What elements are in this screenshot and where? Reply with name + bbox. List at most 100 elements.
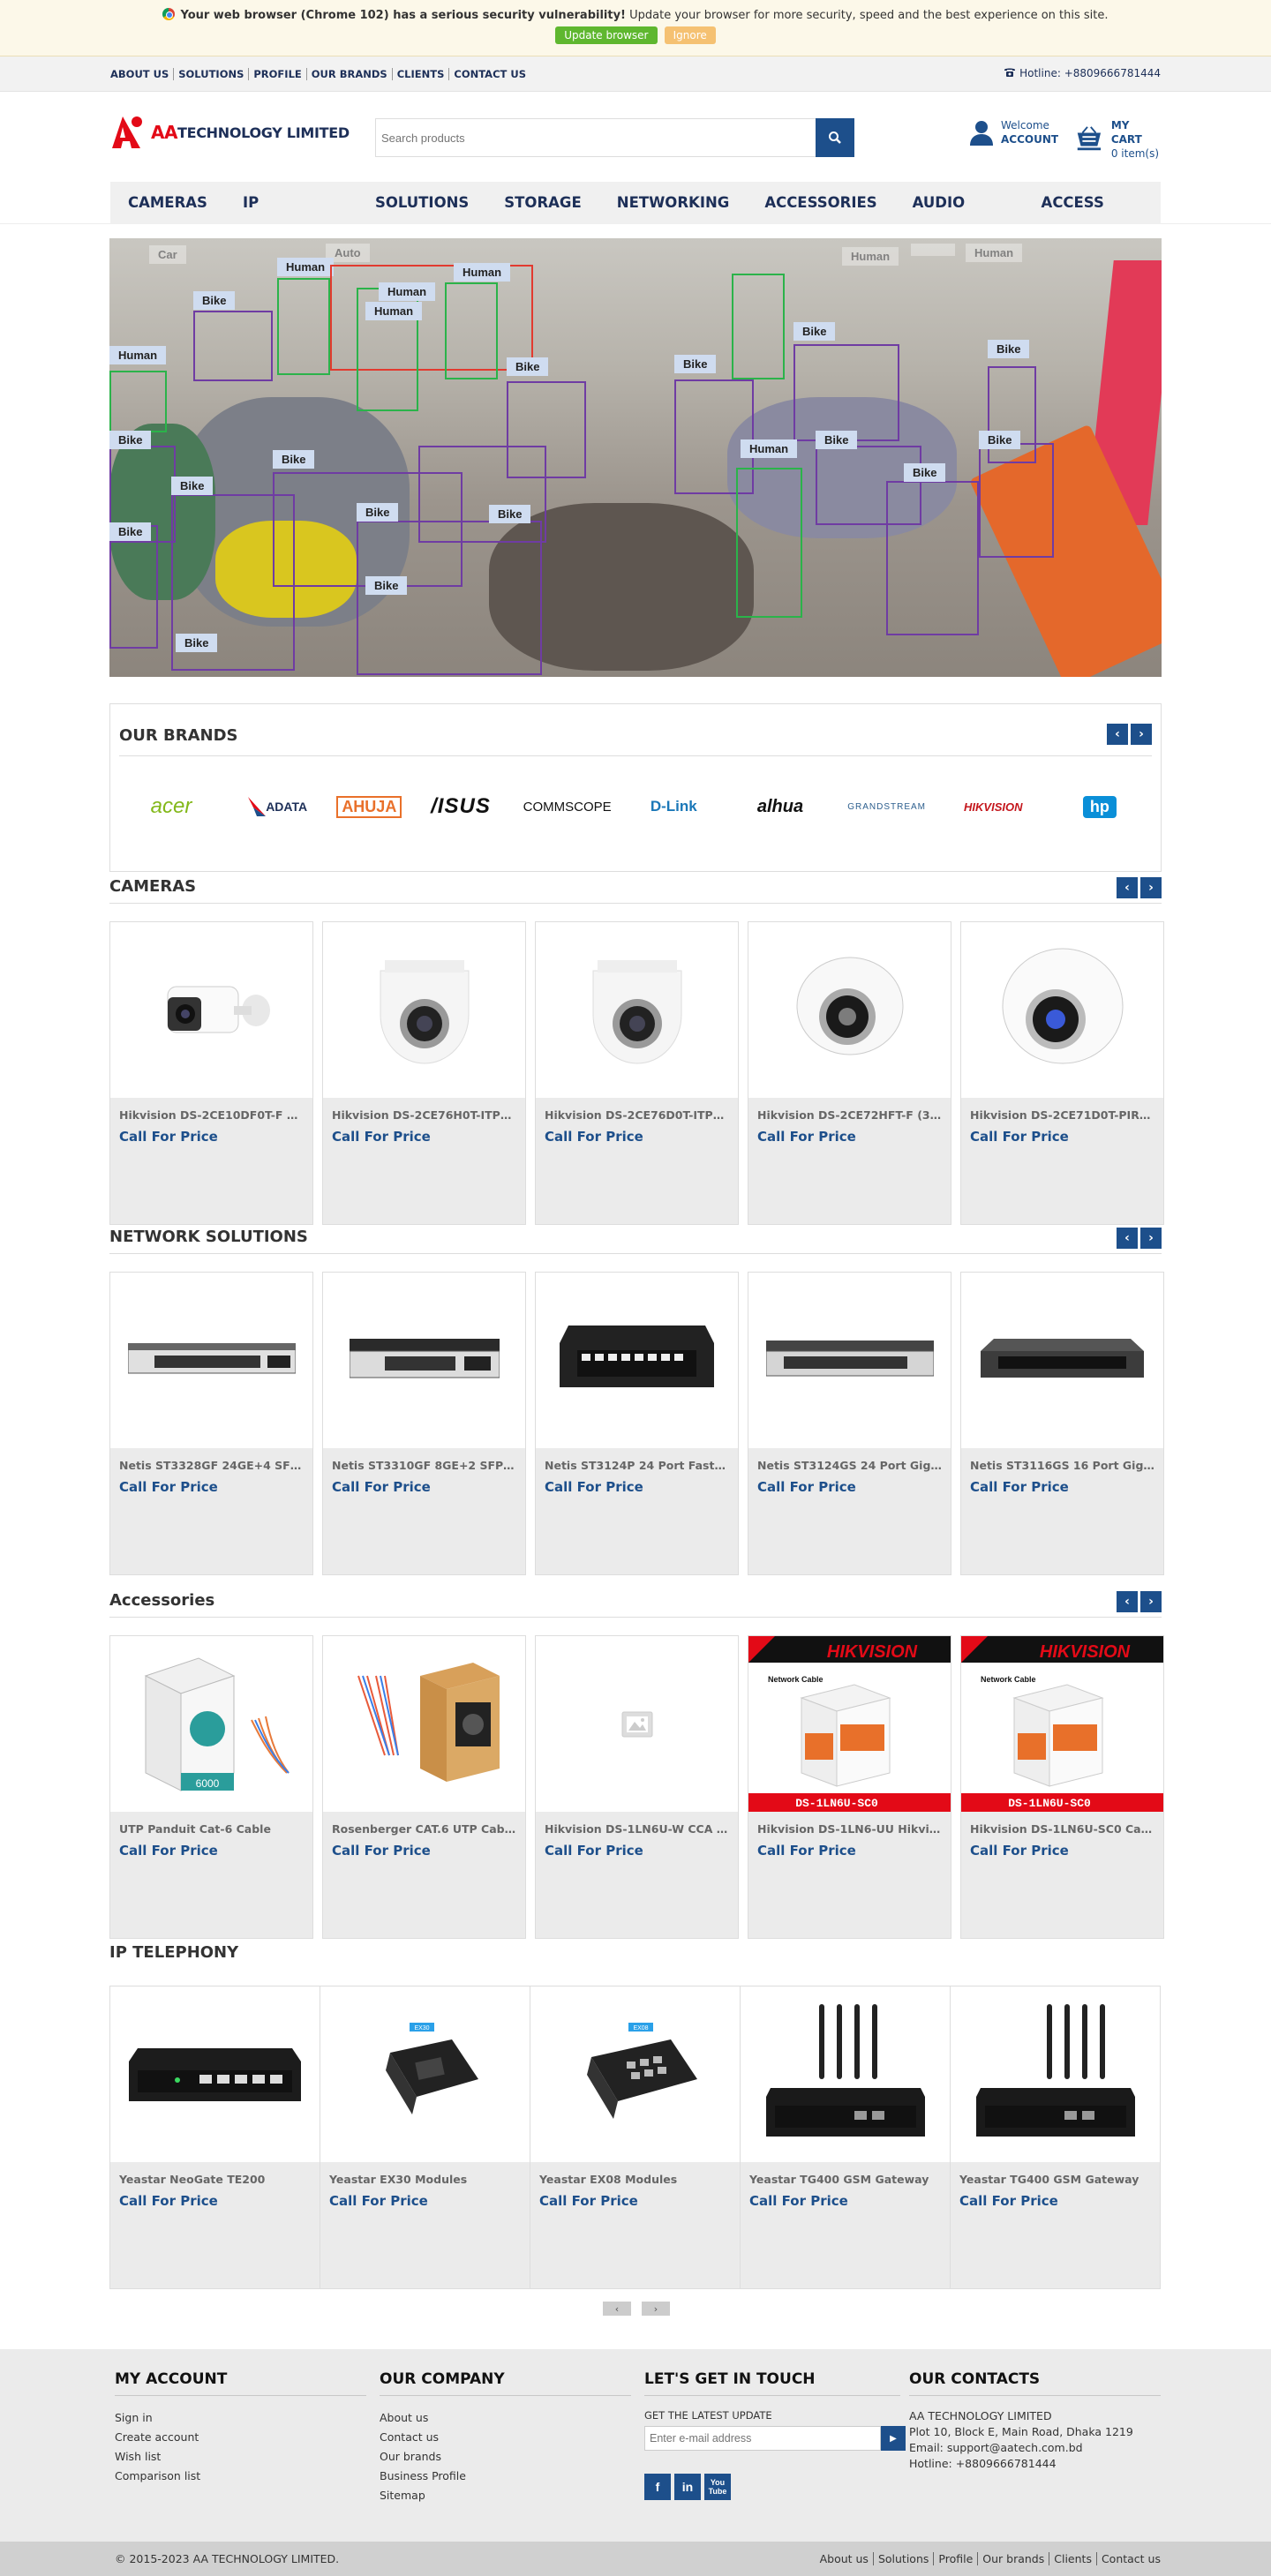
footer-link-wish-list[interactable]: Wish list	[115, 2447, 366, 2467]
product-card[interactable]: Netis ST3116GS 16 Port Gigabit Switch Ca…	[960, 1272, 1164, 1575]
footer-link-comparison[interactable]: Comparison list	[115, 2467, 366, 2486]
prev-arrow-icon[interactable]: ‹	[1117, 1591, 1138, 1612]
search-input[interactable]	[376, 119, 800, 156]
top-link-clients[interactable]: CLIENTS	[392, 68, 450, 80]
brand-logo-adata[interactable]: ADATA	[230, 797, 326, 816]
brand-logo-dlink[interactable]: D-Link	[626, 798, 721, 815]
contact-hotline[interactable]: Hotline: +8809666781444	[909, 2456, 1161, 2472]
next-arrow-icon[interactable]: ›	[1140, 877, 1162, 898]
product-card[interactable]: Hikvision DS-2CE76D0T-ITPF (2.8mm) Call …	[535, 921, 739, 1225]
brand-logo-asus[interactable]: /ISUS	[413, 794, 508, 819]
product-card[interactable]: Yeastar TG400 GSM Gateway Call For Price	[951, 1986, 1160, 2288]
bottom-link-solutions[interactable]: Solutions	[872, 2552, 934, 2565]
hero-banner[interactable]: Car Auto Human Human Bike Human Human Hu…	[109, 238, 1162, 677]
brand-logo-commscope[interactable]: COMMSCOPE	[520, 800, 615, 815]
bottom-link-profile[interactable]: Profile	[933, 2552, 978, 2565]
product-card[interactable]: Netis ST3328GF 24GE+4 SFP-Port Call For …	[109, 1272, 313, 1575]
nav-access-control[interactable]: ACCESS CONTROL	[1024, 182, 1161, 253]
prev-arrow-icon[interactable]: ‹	[1117, 877, 1138, 898]
pager-next-icon[interactable]: ›	[642, 2302, 670, 2316]
nav-ip-telephony[interactable]: IP TELEPHONY	[225, 182, 357, 253]
search-button[interactable]	[816, 118, 854, 157]
product-card[interactable]: 6000 UTP Panduit Cat-6 Cable Call For Pr…	[109, 1635, 313, 1939]
top-link-about[interactable]: ABOUT US	[110, 68, 175, 80]
product-card[interactable]: Hikvision DS-2CE72HFT-F (3.6mm) Call For…	[748, 921, 951, 1225]
brand-logo-hp[interactable]: hp	[1052, 795, 1147, 818]
brand-logo-grandstream[interactable]: GRANDSTREAM	[839, 802, 935, 812]
footer-link-contact[interactable]: Contact us	[380, 2428, 631, 2447]
product-card[interactable]: Yeastar TG400 GSM Gateway Call For Price	[741, 1986, 950, 2288]
product-name[interactable]: Netis ST3116GS 16 Port Gigabit Switch	[961, 1448, 1163, 1472]
nav-cameras[interactable]: CAMERAS	[110, 182, 225, 224]
product-name[interactable]: Netis ST3310GF 8GE+2 SFP-Port Switch	[323, 1448, 525, 1472]
newsletter-email-input[interactable]	[644, 2426, 881, 2451]
product-name[interactable]: Netis ST3124P 24 Port Fast Ethernet	[536, 1448, 738, 1472]
brands-next-icon[interactable]: ›	[1131, 724, 1152, 745]
product-card[interactable]: Hikvision DS-2CE71D0T-PIRLO 2MP Call For…	[960, 921, 1164, 1225]
product-card[interactable]: EX08 Yeastar EX08 Modules Call For Price	[530, 1986, 740, 2288]
product-name[interactable]: Netis ST3124GS 24 Port Gigabit Switch	[748, 1448, 951, 1472]
site-logo[interactable]: AA TECHNOLOGY LIMITED	[110, 115, 350, 150]
next-arrow-icon[interactable]: ›	[1140, 1591, 1162, 1612]
product-card[interactable]: Hikvision DS-1LN6U-W CCA Cat6 Cable Call…	[535, 1635, 739, 1939]
nav-networking[interactable]: NETWORKING	[599, 182, 748, 224]
product-name[interactable]: Hikvision DS-2CE10DF0T-F 2.0MP	[110, 1098, 312, 1122]
product-name[interactable]: Hikvision DS-2CE76D0T-ITPF (2.8mm)	[536, 1098, 738, 1122]
brand-logo-ahuja[interactable]: AHUJA	[336, 795, 402, 818]
cart-link[interactable]: MY CART 0 item(s)	[1074, 118, 1161, 161]
youtube-icon[interactable]: You Tube	[704, 2474, 731, 2500]
product-name[interactable]: Yeastar NeoGate TE200	[110, 2162, 320, 2186]
bottom-link-clients[interactable]: Clients	[1049, 2552, 1096, 2565]
footer-link-about[interactable]: About us	[380, 2408, 631, 2428]
prev-arrow-icon[interactable]: ‹	[1117, 1228, 1138, 1249]
product-name[interactable]: Yeastar EX08 Modules	[530, 2162, 740, 2186]
product-name[interactable]: Hikvision DS-2CE72HFT-F (3.6mm)	[748, 1098, 951, 1122]
footer-link-profile[interactable]: Business Profile	[380, 2467, 631, 2486]
product-name[interactable]: Hikvision DS-1LN6U-SC0 Cat 6 Cable	[961, 1812, 1163, 1836]
product-card[interactable]: Hikvision DS-2CE76H0T-ITPF 5.0MP Call Fo…	[322, 921, 526, 1225]
nav-accessories[interactable]: ACCESSORIES	[747, 182, 894, 224]
product-card[interactable]: HIKVISION Network Cable DS-1LN6U-SC0 Hikvi…	[748, 1635, 951, 1939]
product-name[interactable]: Yeastar EX30 Modules	[320, 2162, 530, 2186]
product-card[interactable]: EX30 Yeastar EX30 Modules Call For Price	[320, 1986, 530, 2288]
facebook-icon[interactable]: f	[644, 2474, 671, 2500]
account-link[interactable]: Welcome ACCOUNT	[967, 118, 1058, 146]
top-link-contact[interactable]: CONTACT US	[449, 68, 530, 80]
pager-prev-icon[interactable]: ‹	[603, 2302, 631, 2316]
nav-solutions[interactable]: SOLUTIONS	[357, 182, 486, 224]
bottom-link-contact[interactable]: Contact us	[1095, 2552, 1165, 2565]
footer-link-create-account[interactable]: Create account	[115, 2428, 366, 2447]
product-name[interactable]: Yeastar TG400 GSM Gateway	[951, 2162, 1160, 2186]
product-name[interactable]: UTP Panduit Cat-6 Cable	[110, 1812, 312, 1836]
linkedin-icon[interactable]: in	[674, 2474, 701, 2500]
product-name[interactable]: Rosenberger CAT.6 UTP Cable 305m	[323, 1812, 525, 1836]
next-arrow-icon[interactable]: ›	[1140, 1228, 1162, 1249]
product-card[interactable]: Hikvision DS-2CE10DF0T-F 2.0MP Call For …	[109, 921, 313, 1225]
product-card[interactable]: Netis ST3310GF 8GE+2 SFP-Port Switch Cal…	[322, 1272, 526, 1575]
product-card[interactable]: Netis ST3124P 24 Port Fast Ethernet Call…	[535, 1272, 739, 1575]
product-card[interactable]: Yeastar NeoGate TE200 Call For Price	[110, 1986, 320, 2288]
brand-logo-acer[interactable]: acer	[124, 794, 219, 819]
product-card[interactable]: Netis ST3124GS 24 Port Gigabit Switch Ca…	[748, 1272, 951, 1575]
top-link-solutions[interactable]: SOLUTIONS	[174, 68, 250, 80]
update-browser-button[interactable]: Update browser	[555, 26, 658, 44]
footer-link-brands[interactable]: Our brands	[380, 2447, 631, 2467]
hotline[interactable]: Hotline: +8809666781444	[1004, 67, 1161, 79]
bottom-link-brands[interactable]: Our brands	[977, 2552, 1049, 2565]
product-name[interactable]: Hikvision DS-1LN6U-W CCA Cat6 Cable	[536, 1812, 738, 1836]
product-name[interactable]: Hikvision DS-1LN6-UU Hikvision Cable	[748, 1812, 951, 1836]
footer-link-sitemap[interactable]: Sitemap	[380, 2486, 631, 2505]
ignore-button[interactable]: Ignore	[664, 26, 716, 44]
product-name[interactable]: Yeastar TG400 GSM Gateway	[741, 2162, 950, 2186]
brand-logo-dahua[interactable]: alhua	[733, 797, 828, 817]
nav-audio-systems[interactable]: AUDIO SYSTEMS	[895, 182, 1024, 253]
product-name[interactable]: Hikvision DS-2CE71D0T-PIRLO 2MP	[961, 1098, 1163, 1122]
top-link-brands[interactable]: OUR BRANDS	[306, 68, 393, 80]
product-card[interactable]: HIKVISION Network Cable DS-1LN6U-SC0 Hikvi…	[960, 1635, 1164, 1939]
top-link-profile[interactable]: PROFILE	[249, 68, 307, 80]
brand-logo-hikvision[interactable]: HIKVISION	[945, 800, 1041, 814]
footer-link-sign-in[interactable]: Sign in	[115, 2408, 366, 2428]
product-name[interactable]: Hikvision DS-2CE76H0T-ITPF 5.0MP	[323, 1098, 525, 1122]
product-card[interactable]: Rosenberger CAT.6 UTP Cable 305m Call Fo…	[322, 1635, 526, 1939]
contact-email[interactable]: Email: support@aatech.com.bd	[909, 2440, 1161, 2456]
